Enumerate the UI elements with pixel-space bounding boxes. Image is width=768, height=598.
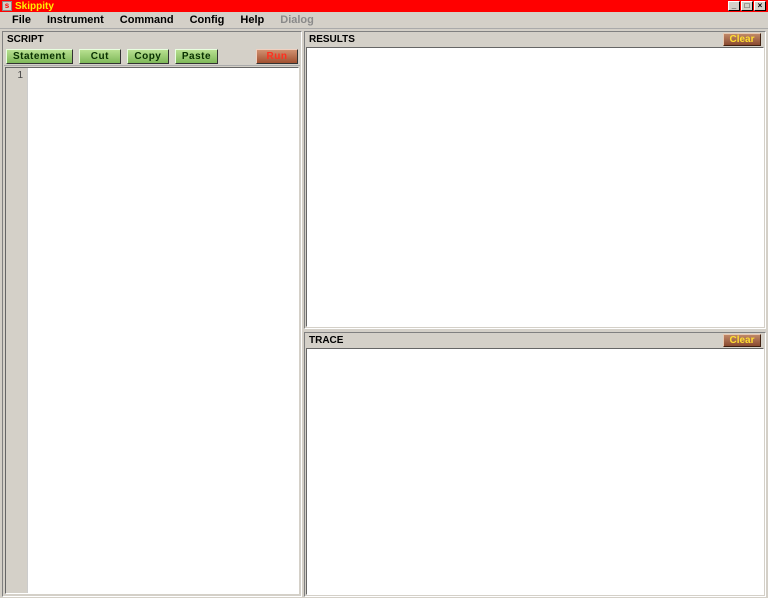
script-editor-wrap: 1 xyxy=(5,67,299,594)
script-panel: SCRIPT Statement Cut Copy Paste Run 1 xyxy=(2,31,302,597)
cut-button[interactable]: Cut xyxy=(79,49,121,64)
menu-dialog: Dialog xyxy=(272,13,322,27)
results-panel: RESULTS Clear xyxy=(304,31,766,329)
trace-panel-title: TRACE xyxy=(309,335,343,346)
maximize-button[interactable]: □ xyxy=(741,1,753,11)
right-column: RESULTS Clear TRACE Clear xyxy=(304,31,766,597)
menubar: File Instrument Command Config Help Dial… xyxy=(0,12,768,29)
workarea: SCRIPT Statement Cut Copy Paste Run 1 xyxy=(0,29,768,598)
menu-instrument[interactable]: Instrument xyxy=(39,13,112,27)
close-button[interactable]: × xyxy=(754,1,766,11)
trace-output[interactable] xyxy=(306,348,764,595)
results-panel-title: RESULTS xyxy=(309,34,355,45)
script-gutter: 1 xyxy=(6,68,28,593)
window-title: Skippity xyxy=(15,1,54,12)
trace-panel: TRACE Clear xyxy=(304,332,766,597)
menu-file[interactable]: File xyxy=(4,13,39,27)
left-column: SCRIPT Statement Cut Copy Paste Run 1 xyxy=(2,31,302,597)
minimize-button[interactable]: _ xyxy=(728,1,740,11)
copy-button[interactable]: Copy xyxy=(127,49,169,64)
trace-clear-button[interactable]: Clear xyxy=(723,334,761,347)
results-output[interactable] xyxy=(306,47,764,327)
statement-button[interactable]: Statement xyxy=(6,49,73,64)
results-panel-header: RESULTS Clear xyxy=(305,32,765,46)
script-editor[interactable] xyxy=(28,68,298,593)
trace-panel-header: TRACE Clear xyxy=(305,333,765,347)
menu-help[interactable]: Help xyxy=(232,13,272,27)
script-panel-header: SCRIPT xyxy=(3,32,301,46)
menu-command[interactable]: Command xyxy=(112,13,182,27)
window-titlebar: s Skippity _ □ × xyxy=(0,0,768,12)
results-clear-button[interactable]: Clear xyxy=(723,33,761,46)
menu-config[interactable]: Config xyxy=(182,13,233,27)
paste-button[interactable]: Paste xyxy=(175,49,218,64)
script-panel-title: SCRIPT xyxy=(7,34,44,45)
script-toolbar: Statement Cut Copy Paste Run xyxy=(4,47,300,66)
gutter-line-1: 1 xyxy=(6,70,23,81)
run-button[interactable]: Run xyxy=(256,49,298,64)
app-icon: s xyxy=(2,1,12,11)
